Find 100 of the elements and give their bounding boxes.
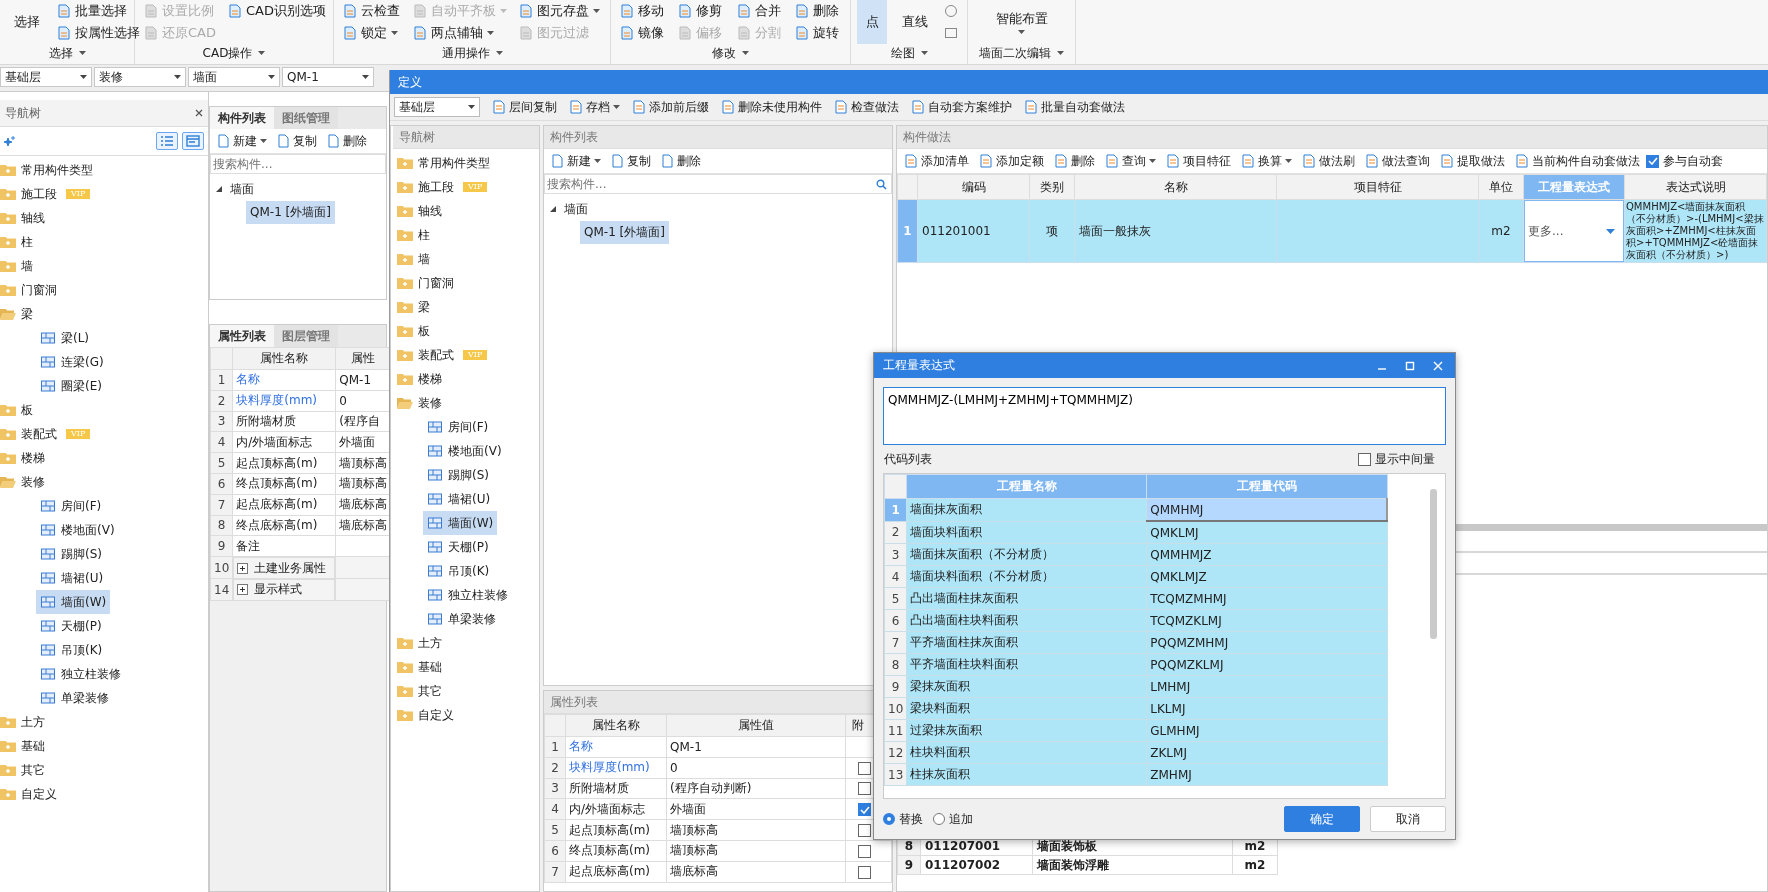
dropdown-field[interactable]: 墙面 [188,67,280,87]
ribbon-button[interactable]: 批量选择 [54,2,143,20]
table-cell[interactable]: TCQMZKLMJ [1146,609,1388,632]
tree-item[interactable]: 装配式 VIP [0,422,208,446]
table-cell[interactable]: TCQMZMHMJ [1146,587,1388,610]
ribbon-button[interactable]: 删除 [791,2,844,20]
list-view-button[interactable] [156,132,178,150]
tree-item[interactable]: 梁 [0,302,208,326]
table-cell[interactable]: LKLMJ [1146,697,1388,720]
toolbar-button[interactable]: 新建 [213,132,271,150]
tree-item[interactable]: QM-1 [外墙面] [580,220,669,244]
table-cell[interactable]: 柱抹灰面积 [906,763,1147,786]
ribbon-button[interactable]: 图元存盘 [516,2,604,20]
toolbar-button[interactable]: 删除未使用构件 [717,98,826,116]
property-group[interactable]: 显示样式 [233,578,336,601]
table-cell[interactable]: 梁块料面积 [906,697,1147,720]
table-cell[interactable]: QMMHMJ [1146,498,1388,521]
table-cell[interactable]: 平齐墙面柱块料面积 [906,653,1147,676]
radio-button[interactable] [883,813,895,825]
tree-item[interactable]: 基础 [0,734,208,758]
table-cell[interactable]: 过梁抹灰面积 [906,719,1147,742]
tree-item[interactable]: 楼地面(V) [423,439,506,463]
tree-item[interactable]: 梁(L) [36,326,94,350]
toolbar-button[interactable]: 复制 [273,132,321,150]
tree-item[interactable]: 墙面 [550,198,886,220]
table-cell[interactable]: 墙面抹灰面积（不分材质） [906,543,1147,566]
expression-field[interactable]: QMMHMJZ-(LMHMJ+ZMHMJ+TQMMHMJZ) [883,387,1446,445]
checkbox[interactable] [858,761,871,775]
tree-item[interactable]: QM-1 [外墙面] [246,200,335,224]
table-cell[interactable]: ZMHMJ [1146,763,1388,786]
ribbon-button[interactable]: 合并 [733,2,786,20]
table-cell[interactable]: 墙面块料面积（不分材质） [906,565,1147,588]
tree-item[interactable]: 独立柱装修 [36,662,125,686]
toolbar-button[interactable]: 查询 [1101,152,1160,170]
tree-item[interactable]: 连梁(G) [36,350,108,374]
tree-item[interactable]: 天棚(P) [36,614,106,638]
toolbar-button[interactable]: 添加前后缀 [628,98,713,116]
dropdown-field[interactable]: QM-1 [282,67,374,87]
toolbar-button[interactable]: 项目特征 [1162,152,1235,170]
tree-item[interactable]: 踢脚(S) [36,542,106,566]
tree-item[interactable]: 板 [393,319,539,343]
column-header[interactable]: 类别 [1029,174,1075,200]
ribbon-button[interactable]: 云检查 [340,2,404,20]
tree-item[interactable]: 墙面(W) [423,511,498,535]
table-cell[interactable]: GLMHMJ [1146,719,1388,742]
ribbon-button[interactable]: 修剪 [675,2,728,20]
auto-apply-checkbox[interactable]: 参与自动套 [1646,152,1723,170]
panel-view-button[interactable] [182,132,204,150]
tree-item[interactable]: 墙裙(U) [423,487,495,511]
tree-item[interactable]: 单梁装修 [36,686,113,710]
property-group[interactable]: 土建业务属性 [233,557,336,579]
expression-dropdown[interactable]: 更多... [1524,200,1624,262]
column-header[interactable]: 单位 [1478,174,1524,200]
column-header[interactable]: 表达式说明 [1624,174,1767,200]
tree-item[interactable]: 装修 [0,470,208,494]
table-cell[interactable]: LMHMJ [1146,675,1388,698]
column-header[interactable]: 编码 [917,174,1030,200]
toolbar-button[interactable]: 检查做法 [830,98,903,116]
table-cell[interactable]: QMKLMJZ [1146,565,1388,588]
table-cell[interactable]: QMMHMJZ [1146,543,1388,566]
tree-item[interactable]: 墙面 [216,178,380,200]
show-intermediate-checkbox[interactable]: 显示中间量 [1358,450,1435,468]
toolbar-button[interactable]: 删除 [323,132,371,150]
tree-item[interactable]: 土方 [0,710,208,734]
ribbon-button[interactable]: 镜像 [617,24,670,42]
tree-item[interactable]: 基础 [393,655,539,679]
table-cell[interactable]: 凸出墙面柱块料面积 [906,609,1147,632]
checkbox[interactable] [858,824,871,838]
toolbar-button[interactable]: 添加清单 [900,152,973,170]
checkbox[interactable] [858,844,871,858]
table-cell[interactable]: 柱块料面积 [906,741,1147,764]
tree-item[interactable]: 自定义 [0,782,208,806]
checkbox[interactable] [858,782,871,796]
toolbar-button[interactable]: 复制 [607,152,655,170]
table-cell[interactable]: 平齐墙面柱抹灰面积 [906,631,1147,654]
toolbar-button[interactable]: 存档 [565,98,624,116]
ribbon-button[interactable]: 智能布置 [974,0,1069,44]
tree-item[interactable]: 其它 [0,758,208,782]
tree-item[interactable]: 房间(F) [423,415,493,439]
sparkle-icon[interactable] [4,136,16,146]
tree-item[interactable]: 墙裙(U) [36,566,108,590]
tree-item[interactable]: 柱 [0,230,208,254]
toolbar-button[interactable]: 做法查询 [1361,152,1434,170]
tree-item[interactable]: 吊顶(K) [36,638,107,662]
checkbox[interactable] [1646,154,1659,168]
toolbar-button[interactable]: 做法刷 [1298,152,1359,170]
floor-dropdown[interactable]: 基础层 [394,97,480,117]
ribbon-button[interactable]: 移动 [617,2,670,20]
tree-item[interactable]: 土方 [393,631,539,655]
tree-item[interactable]: 轴线 [393,199,539,223]
tree-item[interactable]: 房间(F) [36,494,106,518]
tree-item[interactable]: 门窗洞 [393,271,539,295]
table-cell[interactable]: QMKLMJ [1146,521,1388,544]
tree-item[interactable]: 常用构件类型 [393,151,539,175]
tree-item[interactable]: 门窗洞 [0,278,208,302]
tree-item[interactable]: 施工段 VIP [393,175,539,199]
tree-item[interactable]: 楼梯 [0,446,208,470]
tree-item[interactable]: 施工段 VIP [0,182,208,206]
radio-option[interactable]: 替换 [883,810,923,828]
ribbon-button[interactable]: CAD识别选项 [225,2,329,20]
